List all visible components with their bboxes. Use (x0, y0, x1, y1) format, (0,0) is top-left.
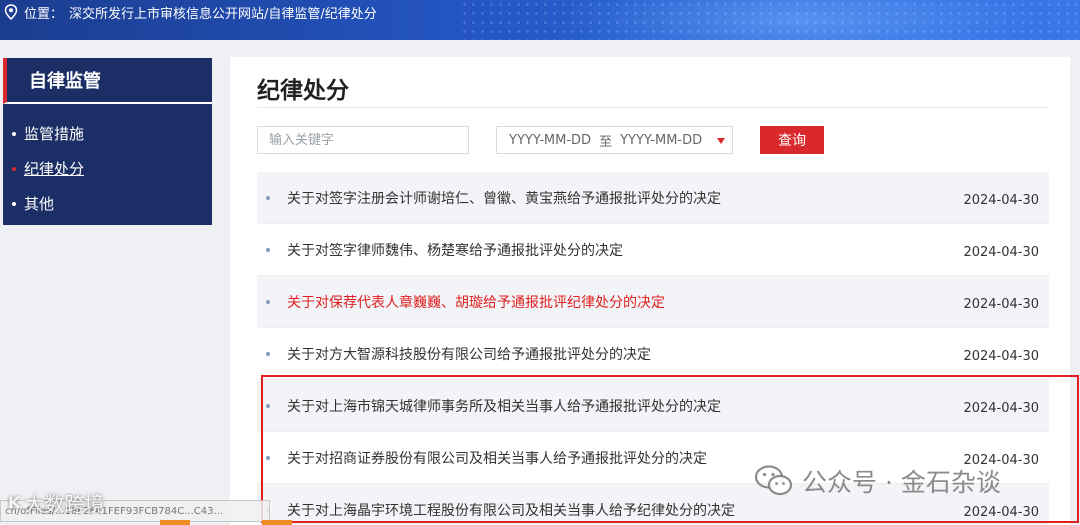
list-item-title[interactable]: 关于对签字律师魏伟、杨楚寒给予通报批评处分的决定 (287, 240, 623, 260)
list-item-title[interactable]: 关于对签字注册会计师谢培仁、曾徽、黄宝燕给予通报批评处分的决定 (287, 188, 721, 208)
list-item-title[interactable]: 关于对保荐代表人章巍巍、胡璇给予通报批评纪律处分的决定 (287, 292, 665, 312)
location-pin-icon (4, 4, 18, 20)
bullet-icon (12, 201, 16, 206)
date-range-separator: 至 (599, 134, 613, 150)
bullet-icon (12, 131, 16, 136)
start-date-field[interactable]: YYYY-MM-DD (509, 133, 591, 148)
bullet-icon (266, 456, 270, 460)
sidebar-item-disciplinary-actions[interactable]: 纪律处分 (3, 151, 212, 186)
list-item[interactable]: 关于对上海市锦天城律师事务所及相关当事人给予通报批评处分的决定 2024-04-… (257, 380, 1049, 432)
list-item[interactable]: 关于对签字律师魏伟、杨楚寒给予通报批评处分的决定 2024-04-30 (257, 224, 1049, 276)
taskbar-fragment (160, 520, 190, 525)
list-item-date: 2024-04-30 (963, 193, 1039, 208)
sidebar-item-other[interactable]: 其他 (3, 186, 212, 221)
bullet-icon (266, 196, 270, 200)
sidebar: 自律监管 监管措施 纪律处分 其他 (3, 58, 212, 225)
list-item-title[interactable]: 关于对上海市锦天城律师事务所及相关当事人给予通报批评处分的决定 (287, 396, 721, 416)
page-title: 纪律处分 (257, 78, 349, 104)
breadcrumb-path[interactable]: 深交所发行上市审核信息公开网站/自律监管/纪律处分 (69, 3, 377, 22)
dropdown-caret-icon[interactable] (717, 138, 725, 144)
main-panel: 纪律处分 YYYY-MM-DD 至 YYYY-MM-DD 查询 关于对签字注册会… (230, 57, 1070, 525)
taskbar-fragment (262, 520, 292, 525)
list-item-date: 2024-04-30 (963, 245, 1039, 260)
bullet-icon (266, 248, 270, 252)
watermark-right-text: 公众号 · 金石杂谈 (802, 468, 1001, 497)
breadcrumb-label: 位置： (24, 6, 64, 22)
sidebar-item-supervision-measures[interactable]: 监管措施 (3, 116, 212, 151)
list-item-title[interactable]: 关于对方大智源科技股份有限公司给予通报批评处分的决定 (287, 344, 651, 364)
sidebar-item-label: 监管措施 (24, 125, 85, 143)
title-divider (257, 107, 1049, 108)
list-item-date: 2024-04-30 (963, 349, 1039, 364)
list-item[interactable]: 关于对签字注册会计师谢培仁、曾徽、黄宝燕给予通报批评处分的决定 2024-04-… (257, 172, 1049, 224)
sidebar-item-label: 纪律处分 (24, 160, 85, 178)
bullet-icon (266, 404, 270, 408)
list-item[interactable]: 关于对方大智源科技股份有限公司给予通报批评处分的决定 2024-04-30 (257, 328, 1049, 380)
query-button[interactable]: 查询 (760, 126, 824, 154)
watermark-logo-mark: K (8, 493, 21, 512)
breadcrumb: 位置： 深交所发行上市审核信息公开网站/自律监管/纪律处分 (4, 0, 377, 24)
sidebar-menu: 监管措施 纪律处分 其他 (3, 116, 212, 221)
top-banner: 位置： 深交所发行上市审核信息公开网站/自律监管/纪律处分 (0, 0, 1080, 40)
banner-dot-pattern (460, 0, 1080, 40)
keyword-search-input[interactable] (257, 126, 469, 154)
watermark-right: 公众号 · 金石杂谈 (754, 463, 1001, 499)
watermark-left: K 大数跨境 (8, 488, 104, 517)
list-item[interactable]: 关于对保荐代表人章巍巍、胡璇给予通报批评纪律处分的决定 2024-04-30 (257, 276, 1049, 328)
bullet-icon (12, 166, 16, 171)
sidebar-title: 自律监管 (3, 58, 212, 104)
list-item-title[interactable]: 关于对招商证券股份有限公司及相关当事人给予通报批评处分的决定 (287, 448, 707, 468)
bullet-icon (266, 352, 270, 356)
watermark-left-text: 大数跨境 (24, 492, 105, 516)
end-date-field[interactable]: YYYY-MM-DD (620, 133, 702, 148)
sidebar-item-label: 其他 (24, 195, 55, 213)
bullet-icon (266, 300, 270, 304)
date-range-picker[interactable]: YYYY-MM-DD 至 YYYY-MM-DD (496, 126, 733, 154)
list-item-date: 2024-04-30 (963, 297, 1039, 312)
list-item-title[interactable]: 关于对上海晶宇环境工程股份有限公司及相关当事人给予纪律处分的决定 (287, 500, 735, 520)
list-item-date: 2024-04-30 (963, 401, 1039, 416)
wechat-icon (754, 465, 793, 496)
list-item-date: 2024-04-30 (963, 505, 1039, 520)
